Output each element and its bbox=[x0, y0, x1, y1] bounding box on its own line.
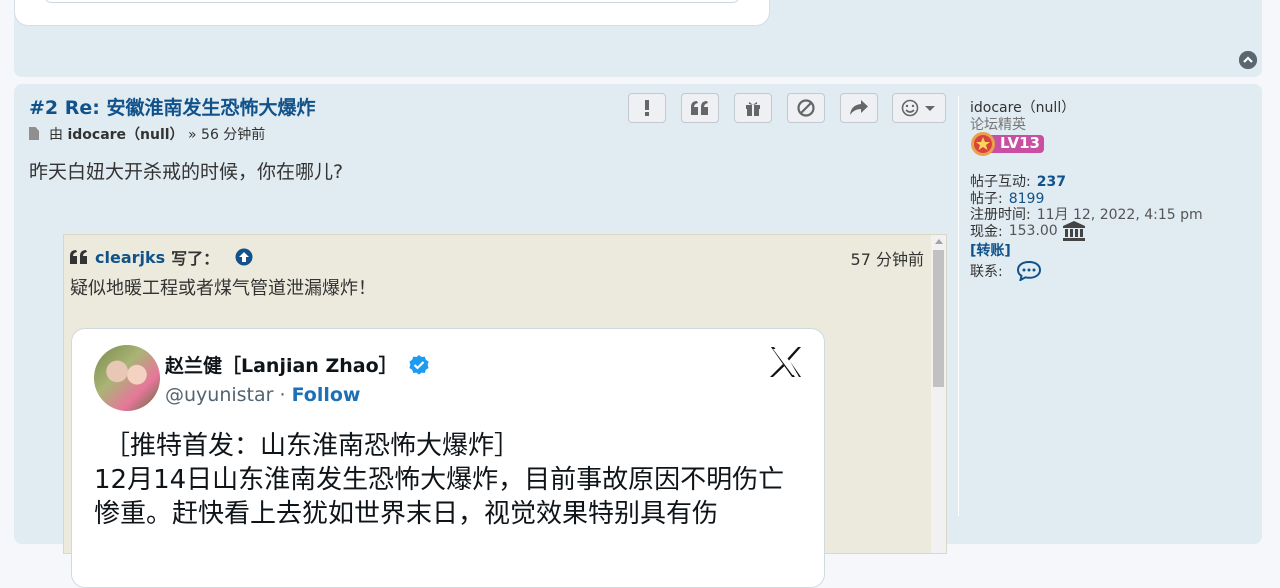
meta-by: 由 bbox=[49, 127, 63, 143]
quote-time: 57 分钟前 bbox=[850, 250, 924, 269]
reaction-dropdown[interactable] bbox=[892, 93, 946, 123]
report-button[interactable] bbox=[628, 93, 666, 123]
chevron-down-icon bbox=[925, 106, 935, 111]
level-text: LV13 bbox=[1000, 134, 1040, 152]
tweet-handle[interactable]: @uyunistar bbox=[165, 384, 273, 406]
quote-text: 疑似地暖工程或者煤气管道泄漏爆炸！ bbox=[70, 278, 376, 299]
jump-to-post-icon[interactable] bbox=[235, 248, 253, 266]
post: #2 Re: 安徽淮南发生恐怖大爆炸 由 idocare（null） » 56 … bbox=[14, 84, 1262, 588]
quote-button[interactable] bbox=[681, 93, 719, 123]
follow-button[interactable]: Follow bbox=[292, 384, 361, 406]
profile-cash: 现金: 153.00 bbox=[970, 221, 1085, 241]
file-icon bbox=[29, 127, 39, 140]
tweet-body-line1: ［推特首发：山东淮南恐怖大爆炸］ bbox=[104, 431, 521, 461]
post-time: » 56 分钟前 bbox=[188, 127, 266, 143]
tweet-body-line2: 12月14日山东淮南发生恐怖大爆炸，目前事故原因不明伤亡惨重。赶快看上去犹如世界… bbox=[94, 465, 785, 529]
tweet-author-name[interactable]: 赵兰健［Lanjian Zhao］ bbox=[165, 351, 430, 378]
cash-label: 现金: bbox=[970, 224, 1003, 240]
chat-bubble-icon[interactable] bbox=[1016, 261, 1041, 281]
quote-icon bbox=[691, 101, 708, 115]
gift-button[interactable] bbox=[734, 93, 772, 123]
back-to-top-icon[interactable] bbox=[1239, 51, 1257, 69]
quote-author[interactable]: clearjks bbox=[95, 248, 165, 267]
quote-wrote-label: 写了： bbox=[171, 249, 220, 268]
post-content: 昨天白妞大开杀戒的时候，你在哪儿? bbox=[29, 161, 344, 183]
scrollbar-thumb[interactable] bbox=[933, 250, 944, 387]
block-icon bbox=[797, 99, 815, 117]
quote-scrollbar[interactable] bbox=[931, 235, 946, 553]
emoji-icon bbox=[901, 99, 919, 117]
gift-icon bbox=[746, 102, 760, 116]
profile-contact: 联系: bbox=[970, 261, 1041, 281]
previous-post-embed bbox=[14, 0, 770, 26]
quote-block: clearjks 写了： 57 分钟前 疑似地暖工程或者煤气管道泄漏爆炸！ 赵兰… bbox=[63, 234, 947, 588]
tweet-body: ［推特首发：山东淮南恐怖大爆炸］ 12月14日山东淮南发生恐怖大爆炸，目前事故原… bbox=[94, 429, 804, 531]
share-icon bbox=[850, 100, 868, 115]
bank-icon[interactable] bbox=[1062, 221, 1085, 241]
post-title[interactable]: #2 Re: 安徽淮南发生恐怖大爆炸 bbox=[29, 93, 316, 120]
avatar[interactable] bbox=[94, 345, 160, 411]
embedded-tweet[interactable]: 赵兰健［Lanjian Zhao］ @uyunistar · Follow ［推… bbox=[71, 328, 825, 588]
contact-label: 联系: bbox=[970, 264, 1003, 280]
quote-mark-icon bbox=[70, 250, 87, 264]
post-meta: 由 idocare（null） » 56 分钟前 bbox=[29, 124, 265, 144]
transfer-link[interactable]: [转账] bbox=[970, 240, 1011, 260]
verified-badge-icon bbox=[409, 354, 429, 375]
tweet-handle-line: @uyunistar · Follow bbox=[165, 384, 360, 406]
quote-header: clearjks 写了： bbox=[70, 245, 253, 269]
level-badge: LV13 bbox=[970, 131, 1046, 157]
share-button[interactable] bbox=[840, 93, 878, 123]
profile-divider bbox=[958, 96, 959, 516]
tweet-author-name-text[interactable]: 赵兰健［Lanjian Zhao］ bbox=[165, 351, 398, 378]
cash-value: 153.00 bbox=[1008, 223, 1058, 239]
x-logo-icon[interactable] bbox=[770, 347, 802, 377]
tweet-separator: · bbox=[273, 384, 292, 406]
scroll-up-arrow-icon[interactable] bbox=[935, 239, 943, 244]
post-author[interactable]: idocare（null） bbox=[67, 127, 183, 143]
report-icon bbox=[645, 100, 649, 116]
previous-post-embed-inner bbox=[43, 0, 741, 3]
block-button[interactable] bbox=[787, 93, 825, 123]
